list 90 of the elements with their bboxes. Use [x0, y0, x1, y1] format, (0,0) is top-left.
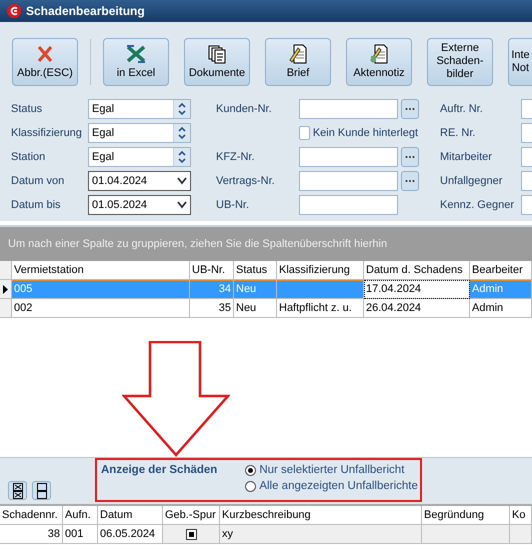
input-field[interactable] — [299, 171, 398, 191]
column-header[interactable]: Datum — [98, 506, 163, 525]
letter-with-pen-icon — [288, 44, 308, 64]
table-cell: 005 — [12, 280, 190, 299]
date-field[interactable]: 01.04.2024 — [88, 171, 191, 191]
toolbar-button[interactable]: Inte Not — [508, 38, 532, 86]
table-cell: 34 — [190, 280, 234, 299]
note-with-pen-icon — [369, 44, 389, 64]
field-label: Kunden-Nr. — [216, 103, 273, 115]
field-label: Datum von — [11, 175, 66, 187]
checkbox[interactable]: Kein Kunde hinterlegt — [299, 126, 418, 140]
table-cell: 38 — [0, 525, 63, 544]
input-field[interactable] — [299, 147, 398, 167]
column-header[interactable]: Begründung — [422, 506, 510, 525]
table-cell: Admin — [470, 280, 532, 299]
toolbar-button[interactable]: Brief — [265, 38, 331, 86]
column-header[interactable]: Aufn. — [63, 506, 98, 525]
table-cell: 001 — [63, 525, 98, 544]
table-cell: Neu — [234, 280, 277, 299]
column-header[interactable]: Bearbeiter — [470, 261, 532, 280]
field-label: Unfallgegner — [440, 175, 504, 187]
table-row[interactable]: 002 35 Neu Haftpflicht z. u. 26.04.2024 Admin — [0, 299, 532, 318]
radio-option[interactable]: Nur selektierter Unfallbericht — [245, 464, 418, 476]
lookup-button[interactable] — [401, 147, 419, 167]
column-header[interactable]: Schadennr. — [0, 506, 63, 525]
table-cell: 17.04.2024 — [364, 280, 470, 299]
field-label: Kennz. Gegner — [440, 199, 515, 211]
toolbar-button[interactable]: Dokumente — [184, 38, 250, 86]
ellipsis-icon — [405, 155, 415, 159]
group-title: Anzeige der Schäden — [101, 464, 218, 478]
header-corner-cell — [0, 261, 12, 280]
spin-field[interactable]: Egal — [88, 123, 191, 143]
input-field[interactable] — [299, 195, 398, 215]
table-cell: Neu — [234, 299, 277, 318]
field-label: Status — [11, 103, 44, 115]
lookup-button[interactable] — [401, 171, 419, 191]
field-label: Auftr. Nr. — [440, 103, 484, 115]
date-field[interactable]: 01.05.2024 — [88, 195, 191, 215]
collapse-all-button[interactable] — [32, 481, 51, 500]
toolbar-button[interactable]: Abbr.(ESC) — [12, 38, 78, 86]
field-label: UB-Nr. — [216, 199, 250, 211]
excel-icon — [124, 44, 148, 64]
field-label: Vertrags-Nr. — [216, 175, 276, 187]
toolbar-button[interactable]: in Excel — [103, 38, 169, 86]
row-pointer-icon — [3, 284, 8, 294]
field-label: Klassifizierung — [11, 127, 83, 139]
expand-all-button[interactable] — [8, 481, 27, 500]
row-indicator-cell — [0, 299, 12, 318]
column-header[interactable]: UB-Nr. — [190, 261, 234, 280]
column-header[interactable]: Geb.-Spur — [163, 506, 220, 525]
chevron-down-icon — [177, 177, 187, 185]
documents-icon — [207, 44, 227, 64]
spin-arrows-icon — [177, 126, 187, 140]
column-header[interactable]: Kurzbeschreibung — [220, 506, 422, 525]
logo-icon — [7, 4, 21, 18]
ellipsis-icon — [405, 107, 415, 111]
table-cell: 06.05.2024 — [98, 525, 163, 544]
column-header[interactable]: Vermietstation — [12, 261, 190, 280]
group-by-hint: Um nach einer Spalte zu gruppieren, ziehen Sie die Spaltenüberschrift hierhin — [0, 225, 532, 261]
table-cell: 26.04.2024 — [364, 299, 470, 318]
field-label: Mitarbeiter — [440, 151, 493, 163]
table-row[interactable]: 005 34 Neu 17.04.2024 Admin — [0, 280, 532, 299]
column-header[interactable]: Status — [234, 261, 277, 280]
spin-field[interactable]: Egal — [88, 99, 191, 119]
table-cell: Admin — [470, 299, 532, 318]
spin-arrows-icon — [177, 102, 187, 116]
chevron-down-icon — [177, 201, 187, 209]
field-label: RE. Nr. — [440, 127, 476, 139]
spin-field[interactable]: Egal — [88, 147, 191, 167]
field-label: KFZ-Nr. — [216, 151, 256, 163]
toolbar-button[interactable]: Externe Schaden- bilder — [427, 38, 493, 86]
column-header[interactable]: Klassifizierung — [277, 261, 364, 280]
spin-arrows-icon — [177, 150, 187, 164]
collapse-all-icon — [36, 482, 46, 498]
lookup-button[interactable] — [401, 99, 419, 119]
checkbox[interactable] — [186, 528, 196, 540]
field-label: Datum bis — [11, 199, 62, 211]
table-cell: 35 — [190, 299, 234, 318]
field-label: Station — [11, 151, 46, 163]
window-title: Schadenbearbeitung — [26, 4, 145, 18]
table-cell: xy — [220, 525, 422, 544]
column-header[interactable]: Ko — [510, 506, 532, 525]
toolbar-button[interactable]: Aktennotiz — [346, 38, 412, 86]
expand-all-icon — [12, 482, 22, 498]
input-field[interactable] — [299, 99, 398, 119]
column-header[interactable]: Datum d. Schadens — [364, 261, 470, 280]
table-cell: 002 — [12, 299, 190, 318]
table-cell: Haftpflicht z. u. — [277, 299, 364, 318]
ellipsis-icon — [405, 179, 415, 183]
radio-option[interactable]: Alle angezeigten Unfallberichte — [245, 480, 418, 492]
